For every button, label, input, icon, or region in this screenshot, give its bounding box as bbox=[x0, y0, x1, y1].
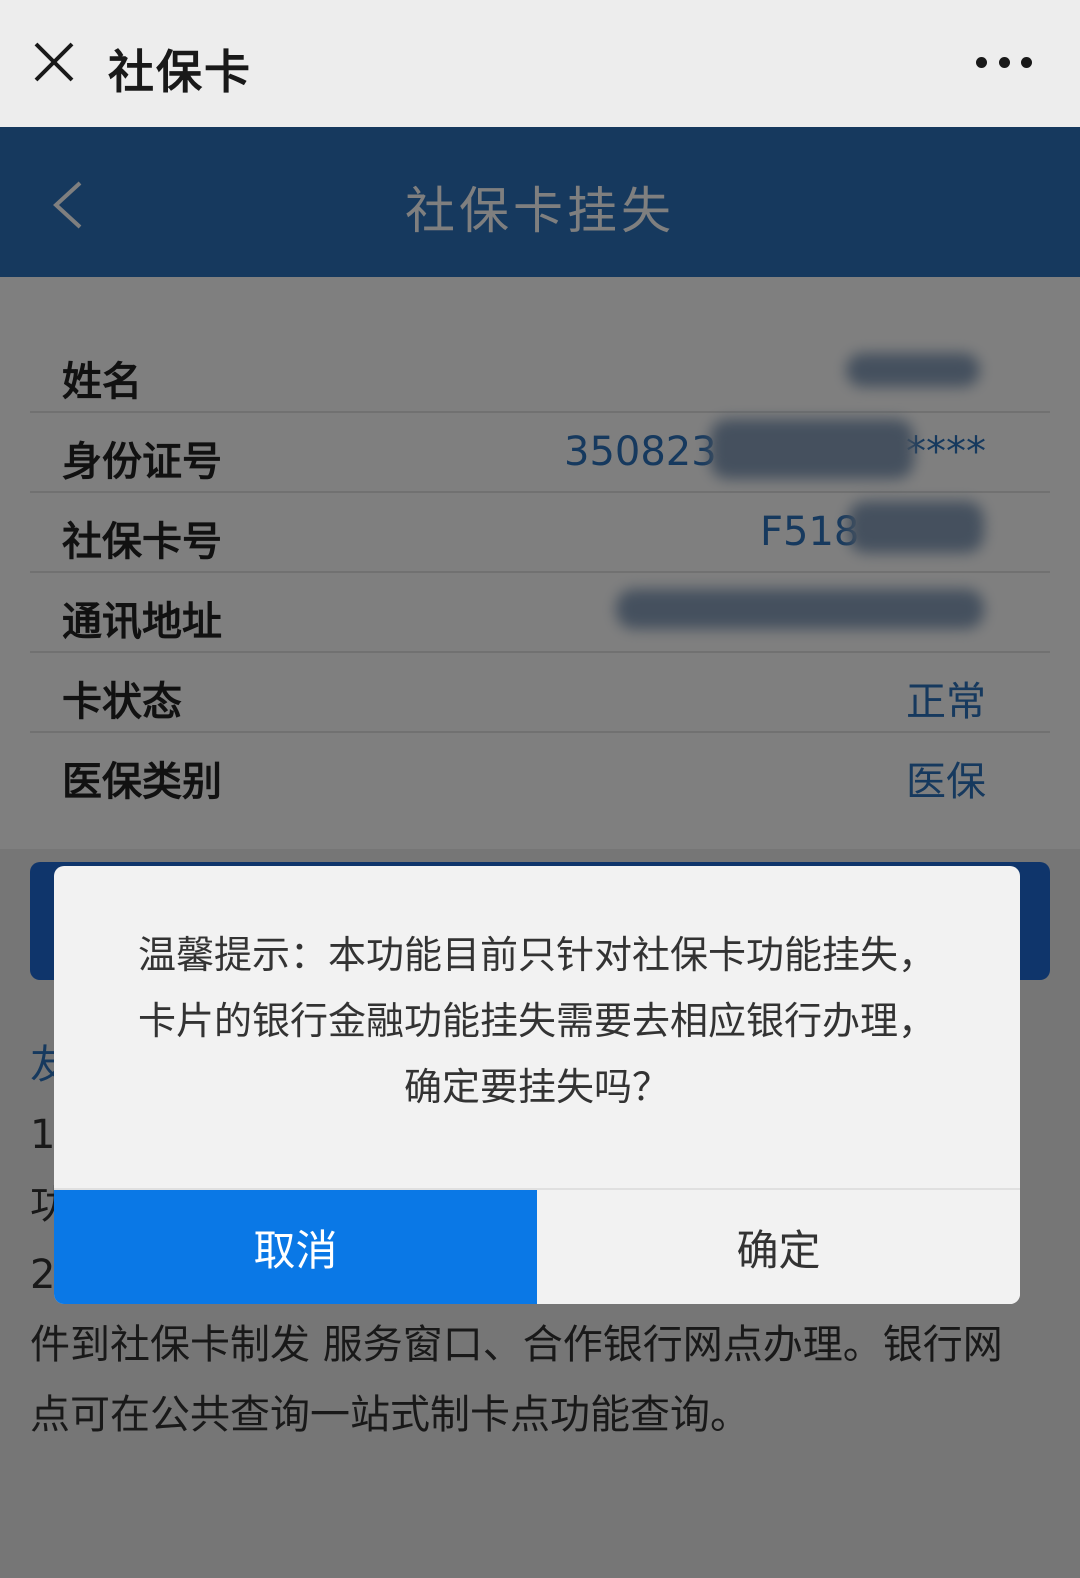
more-icon[interactable] bbox=[976, 54, 1032, 70]
app-title: 社保卡 bbox=[108, 45, 252, 99]
dialog-message-line: 温馨提示：本功能目前只针对社保卡功能挂失， bbox=[137, 933, 936, 977]
close-icon[interactable] bbox=[34, 42, 74, 82]
dialog-message-line: 确定要挂失吗？ bbox=[403, 1065, 670, 1109]
dialog-message: 温馨提示：本功能目前只针对社保卡功能挂失， 卡片的银行金融功能挂失需要去相应银行… bbox=[94, 922, 980, 1120]
dialog-buttons: 取消 确定 bbox=[54, 1188, 1020, 1304]
dialog-message-line: 卡片的银行金融功能挂失需要去相应银行办理， bbox=[137, 999, 936, 1043]
top-bar: 社保卡 bbox=[0, 0, 1080, 127]
more-dot bbox=[976, 56, 987, 68]
confirm-button[interactable]: 确定 bbox=[537, 1190, 1020, 1304]
more-dot bbox=[1021, 56, 1032, 68]
cancel-button[interactable]: 取消 bbox=[54, 1190, 537, 1304]
more-dot bbox=[998, 56, 1010, 68]
confirm-dialog: 温馨提示：本功能目前只针对社保卡功能挂失， 卡片的银行金融功能挂失需要去相应银行… bbox=[54, 866, 1020, 1304]
modal-overlay[interactable] bbox=[0, 127, 1080, 1578]
